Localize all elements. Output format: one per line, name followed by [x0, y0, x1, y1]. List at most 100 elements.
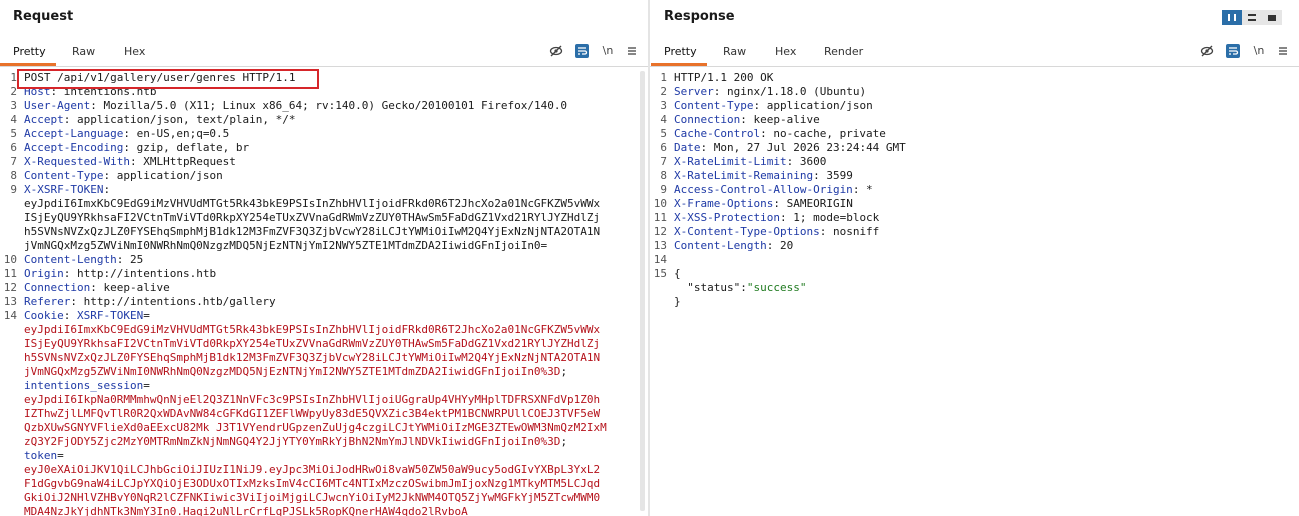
line-text: Content-Length: 25 [24, 253, 648, 267]
response-title: Response [664, 9, 735, 24]
token: User-Agent [24, 99, 91, 112]
code-line: ISjEyQU9YRkhsaFI2VCtnTmViVTd0RkpXY254eTU… [0, 211, 648, 225]
request-tab-hex[interactable]: Hex [124, 45, 145, 58]
line-text: Date: Mon, 27 Jul 2026 23:24:44 GMT [674, 141, 1299, 155]
line-text: X-RateLimit-Limit: 3600 [674, 155, 1299, 169]
response-tab-hex[interactable]: Hex [775, 45, 796, 58]
token: Content-Type [674, 99, 754, 112]
line-number: 6 [10, 141, 17, 154]
line-text: jVmNGQxMzg5ZWViNmI0NWRhNmQ0NzgzMDQ5NjEzN… [24, 239, 648, 253]
token: : gzip, deflate, br [123, 141, 250, 154]
hamburger-menu-icon[interactable] [625, 44, 639, 58]
line-text: eyJpdiI6ImxKbC9EdG9iMzVHVUdMTGt5Rk43bkE9… [24, 323, 648, 337]
token: X-RateLimit-Limit [674, 155, 787, 168]
code-line: 2 Server: nginx/1.18.0 (Ubuntu) [650, 85, 1299, 99]
line-number [650, 281, 667, 295]
request-scrollbar[interactable] [638, 71, 646, 511]
line-number: 4 [660, 113, 667, 126]
line-text: Cache-Control: no-cache, private [674, 127, 1299, 141]
line-number [0, 477, 17, 491]
code-line: QzbXUwSGNYVFlieXd0aEExcU82Mk J3T1VYendrU… [0, 421, 648, 435]
code-line: 6 Accept-Encoding: gzip, deflate, br [0, 141, 648, 155]
token: MDA4NzJkYjdhNTk3NmY3In0.Haqi2uNlLrCrfLqP… [24, 505, 468, 516]
line-text: Content-Length: 20 [674, 239, 1299, 253]
token: "success" [746, 281, 807, 294]
line-number [0, 379, 17, 393]
line-text: IZThwZjlLMFQvTlR0R2QxWDAvNW84cGFKdGI1ZEF… [24, 407, 648, 421]
response-tab-render[interactable]: Render [824, 45, 863, 58]
layout-tabs-button[interactable] [1262, 10, 1282, 25]
line-text: "status":"success" [674, 281, 1299, 295]
line-text: Cookie: XSRF-TOKEN= [24, 309, 648, 323]
token: h5SVNsNVZxQzJLZ0FYSEhqSmphMjB1dk12M3FmZV… [24, 351, 601, 364]
request-tab-raw[interactable]: Raw [72, 45, 95, 58]
line-number: 4 [10, 113, 17, 126]
token: = [143, 379, 150, 392]
hamburger-menu-icon[interactable] [1276, 44, 1290, 58]
line-text: Accept-Encoding: gzip, deflate, br [24, 141, 648, 155]
line-text: } [674, 295, 1299, 309]
layout-stacked-button[interactable] [1242, 10, 1262, 25]
line-number [0, 463, 17, 477]
line-number [0, 197, 17, 211]
line-number [0, 239, 17, 253]
line-text: MDA4NzJkYjdhNTk3NmY3In0.Haqi2uNlLrCrfLqP… [24, 505, 648, 516]
token: Origin [24, 267, 64, 280]
request-tab-pretty[interactable]: Pretty [13, 45, 46, 58]
code-line: 6 Date: Mon, 27 Jul 2026 23:24:44 GMT [650, 141, 1299, 155]
response-editor[interactable]: 1 HTTP/1.1 200 OK 2 Server: nginx/1.18.0 (U… [650, 71, 1299, 309]
line-text: eyJ0eXAiOiJKV1QiLCJhbGciOiJIUzI1NiJ9.eyJ… [24, 463, 648, 477]
layout-side-by-side-button[interactable] [1222, 10, 1242, 25]
code-line: 3 User-Agent: Mozilla/5.0 (X11; Linux x86… [0, 99, 648, 113]
token: = [57, 449, 64, 462]
line-number: 11 [653, 211, 667, 224]
code-line: eyJpdiI6ImxKbC9EdG9iMzVHVUdMTGt5Rk43bkE9… [0, 323, 648, 337]
response-tab-pretty[interactable]: Pretty [664, 45, 697, 58]
line-text: Accept-Language: en-US,en;q=0.5 [24, 127, 648, 141]
code-line: 8 X-RateLimit-Remaining: 3599 [650, 169, 1299, 183]
code-line: 1 HTTP/1.1 200 OK [650, 71, 1299, 85]
line-text: h5SVNsNVZxQzJLZ0FYSEhqSmphMjB1dk12M3FmZV… [24, 351, 648, 365]
line-number: 12 [653, 225, 667, 238]
token: XSRF-TOKEN [77, 309, 144, 322]
line-number [0, 365, 17, 379]
code-line: MDA4NzJkYjdhNTk3NmY3In0.Haqi2uNlLrCrfLqP… [0, 505, 648, 516]
token: Content-Length [24, 253, 117, 266]
eye-slash-icon[interactable] [549, 44, 563, 58]
line-number [0, 323, 17, 337]
code-line: 7 X-RateLimit-Limit: 3600 [650, 155, 1299, 169]
request-editor[interactable]: 1 POST /api/v1/gallery/user/genres HTTP/1… [0, 71, 648, 516]
token: Host [24, 85, 51, 98]
newline-toggle-icon[interactable]: \n [601, 44, 615, 58]
line-text: Referer: http://intentions.htb/gallery [24, 295, 648, 309]
code-line: eyJ0eXAiOiJKV1QiLCJhbGciOiJIUzI1NiJ9.eyJ… [0, 463, 648, 477]
wrap-lines-icon[interactable] [575, 44, 589, 58]
wrap-lines-icon[interactable] [1226, 44, 1240, 58]
token: ": [733, 281, 747, 294]
token: zQ3Y2FjODY5Zjc2MzY0MTRmNmZkNjNmNGQ4Y2JjY… [24, 435, 561, 448]
line-number: 14 [3, 309, 17, 322]
token: QzbXUwSGNYVFlieXd0aEExcU82Mk J3T1VYendrU… [24, 421, 607, 434]
code-line: eyJpdiI6ImxKbC9EdG9iMzVHVUdMTGt5Rk43bkE9… [0, 197, 648, 211]
response-tab-raw[interactable]: Raw [723, 45, 746, 58]
line-number: 8 [660, 169, 667, 182]
token: jVmNGQxMzg5ZWViNmI0NWRhNmQ0NzgzMDQ5NjEzN… [24, 239, 548, 252]
eye-slash-icon[interactable] [1200, 44, 1214, 58]
token: status [693, 281, 734, 294]
line-number: 1 [660, 71, 667, 84]
line-number: 13 [3, 295, 17, 308]
newline-toggle-icon[interactable]: \n [1252, 44, 1266, 58]
token: : no-cache, private [760, 127, 886, 140]
line-number: 2 [10, 85, 17, 98]
code-line: 15 { [650, 267, 1299, 281]
code-line: IZThwZjlLMFQvTlR0R2QxWDAvNW84cGFKdGI1ZEF… [0, 407, 648, 421]
token: GkiOiJ2NHlVZHBvY0NqR2lCZFNKIiwic3ViIjoiM… [24, 491, 601, 504]
token: Referer [24, 295, 71, 308]
token: Server [674, 85, 714, 98]
token: : application/json, text/plain, */* [63, 113, 296, 126]
token: ISjEyQU9YRkhsaFI2VCtnTmViVTd0RkpXY254eTU… [24, 337, 601, 350]
token: jVmNGQxMzg5ZWViNmI0NWRhNmQ0NzgzMDQ5NjEzN… [24, 365, 561, 378]
code-line: GkiOiJ2NHlVZHBvY0NqR2lCZFNKIiwic3ViIjoiM… [0, 491, 648, 505]
code-line: 3 Content-Type: application/json [650, 99, 1299, 113]
line-text: token= [24, 449, 648, 463]
